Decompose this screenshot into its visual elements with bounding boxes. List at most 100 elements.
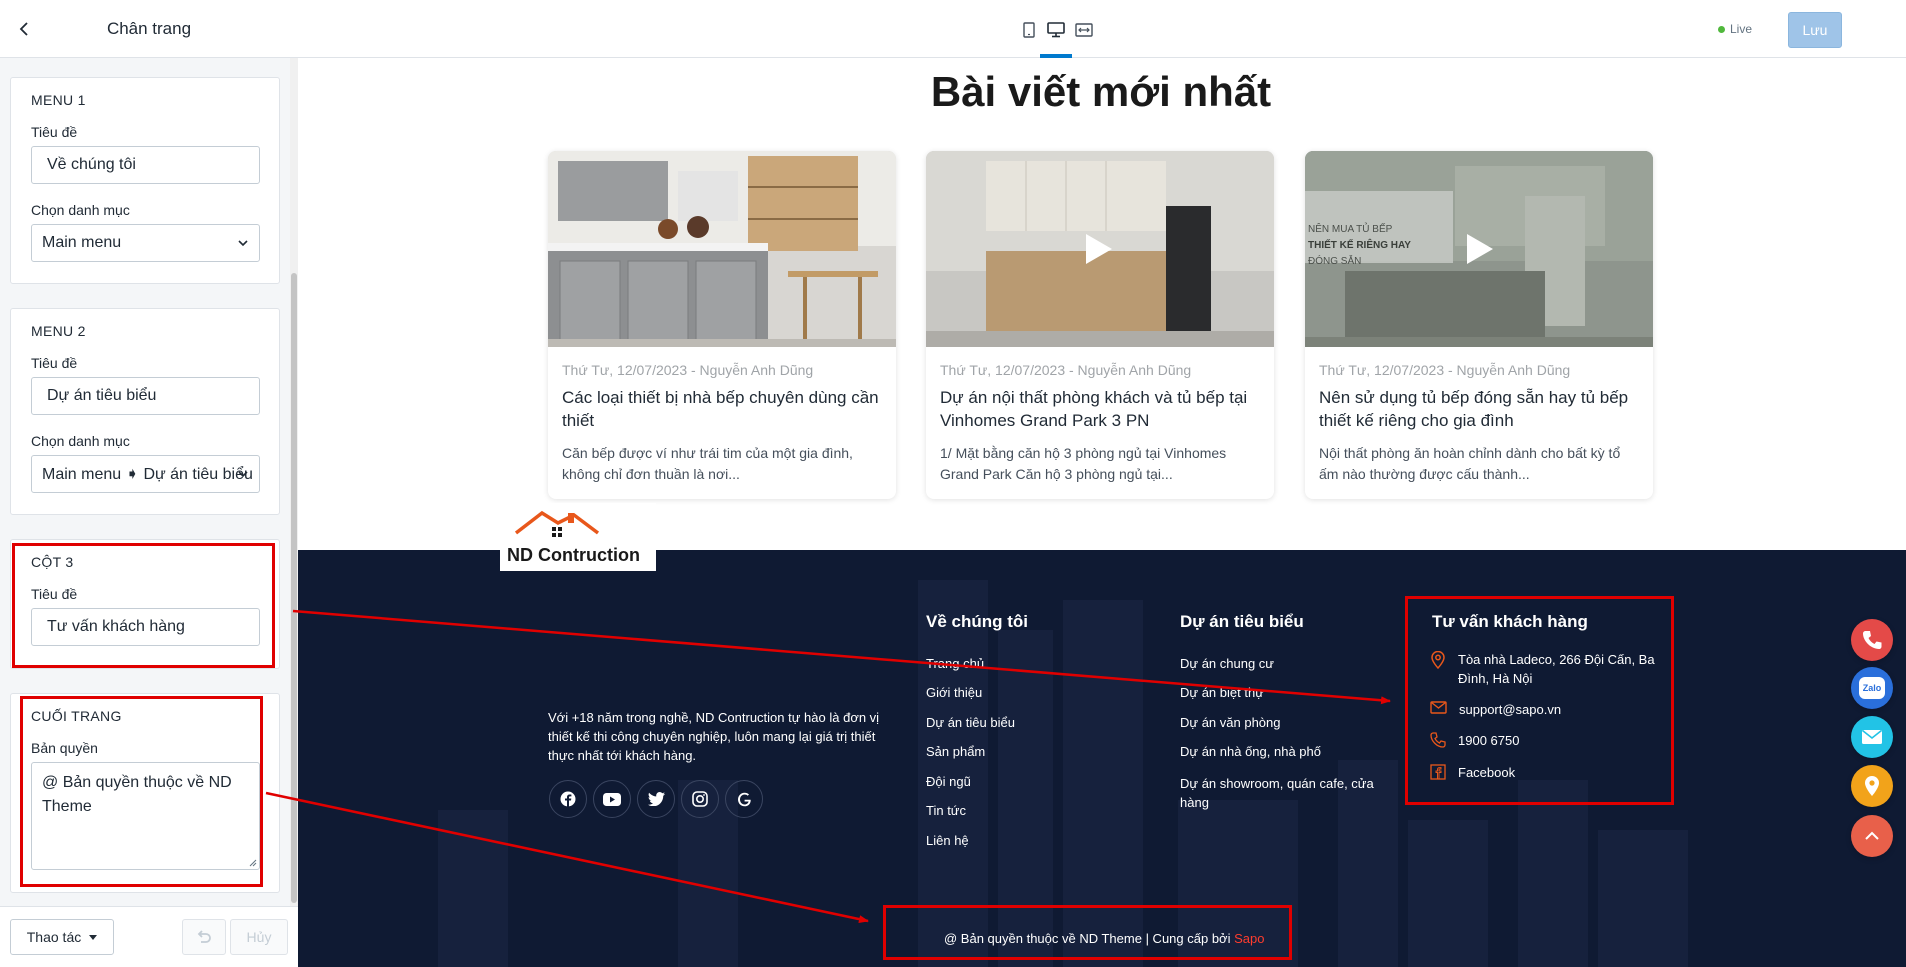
footer-link[interactable]: Dự án văn phòng	[1180, 715, 1281, 730]
footer-link[interactable]: Dự án chung cư	[1180, 656, 1274, 671]
kitchen-image	[548, 151, 896, 347]
chevron-up-icon	[1865, 831, 1879, 840]
city-silhouette-background	[438, 580, 1688, 967]
post-card[interactable]: NÊN MUA TỦ BẾP THIẾT KẾ RIÊNG HAY ĐÓNG S…	[1305, 151, 1653, 499]
menu1-title-input[interactable]: Về chúng tôi	[31, 146, 260, 184]
footer-link[interactable]: Trang chủ	[926, 656, 984, 671]
footer-link[interactable]: Dự án tiêu biểu	[926, 715, 1015, 730]
footer-link[interactable]: Sản phẩm	[926, 744, 985, 759]
site-footer	[298, 550, 1906, 967]
menu2-title-input[interactable]: Dự án tiêu biểu	[31, 377, 260, 415]
sidebar-scrollbar[interactable]	[290, 58, 298, 906]
expand-width-icon	[1075, 23, 1093, 37]
footer-link[interactable]: Dự án biệt thự	[1180, 685, 1264, 700]
footer-link[interactable]: Tin tức	[926, 803, 966, 818]
footer-facebook[interactable]: Facebook	[1430, 763, 1515, 782]
desktop-view-button[interactable]	[1045, 19, 1067, 41]
post-title[interactable]: Nên sử dụng tủ bếp đóng sẵn hay tủ bếp t…	[1319, 386, 1639, 432]
section-title: Bài viết mới nhất	[930, 68, 1272, 115]
menu1-category-select[interactable]: Main menu	[31, 224, 260, 262]
post-excerpt: Căn bếp được ví như trái tim của một gia…	[562, 445, 853, 482]
menu2-card: MENU 2 Tiêu đề Dự án tiêu biểu Chọn danh…	[10, 308, 280, 515]
post-thumbnail[interactable]	[548, 151, 896, 347]
facebook-text: Facebook	[1458, 765, 1516, 780]
phone-text: 1900 6750	[1458, 733, 1520, 748]
col3-title-input[interactable]: Tư vấn khách hàng	[31, 608, 260, 646]
menu1-heading: MENU 1	[31, 92, 86, 108]
youtube-social-button[interactable]	[593, 780, 631, 818]
map-float-button[interactable]	[1851, 765, 1893, 807]
post-excerpt: Nội thất phòng ăn hoàn chỉnh dành cho bấ…	[1319, 445, 1621, 482]
sidebar-scroll-area[interactable]: MENU 1 Tiêu đề Về chúng tôi Chọn danh mụ…	[0, 58, 298, 906]
post-title[interactable]: Dự án nội thất phòng khách và tủ bếp tại…	[940, 386, 1260, 432]
google-social-button[interactable]	[725, 780, 763, 818]
live-dot-icon	[1718, 25, 1725, 33]
post-meta: Thứ Tư, 12/07/2023 - Nguyễn Anh Dũng	[562, 362, 814, 378]
footer-link[interactable]: Đội ngũ	[926, 774, 971, 789]
menu2-title-value: Dự án tiêu biểu	[47, 387, 157, 404]
theme-preview[interactable]: Bài viết mới nhất Thứ Tư, 12/07/2023 - N…	[298, 58, 1906, 967]
address-text: Tòa nhà Ladeco, 266 Đội Cấn, Ba Đình, Hà…	[1458, 652, 1655, 686]
menu2-category-select[interactable]: Main menu ➧ Dự án tiêu biểu	[31, 455, 260, 493]
play-icon[interactable]	[1461, 231, 1497, 267]
post-title[interactable]: Các loại thiết bị nhà bếp chuyên dùng cầ…	[562, 386, 882, 432]
facebook-square-icon	[1430, 764, 1446, 780]
call-float-button[interactable]	[1851, 619, 1893, 661]
footer-email[interactable]: support@sapo.vn	[1430, 700, 1561, 719]
sidebar-title: Chân trang	[106, 18, 192, 38]
zalo-float-button[interactable]: Zalo	[1851, 667, 1893, 709]
footer-logo[interactable]: ND Contruction	[500, 503, 656, 571]
sapo-link[interactable]: Sapo	[1234, 931, 1264, 946]
cancel-button[interactable]: Hủy	[230, 919, 288, 955]
post-card[interactable]: Thứ Tư, 12/07/2023 - Nguyễn Anh Dũng Dự …	[926, 151, 1274, 499]
back-button[interactable]	[12, 17, 36, 41]
post-card[interactable]: Thứ Tư, 12/07/2023 - Nguyễn Anh Dũng Các…	[548, 151, 896, 499]
map-pin-icon	[1431, 651, 1445, 669]
menu2-heading: MENU 2	[31, 323, 86, 339]
mobile-view-button[interactable]	[1018, 19, 1040, 41]
undo-button[interactable]	[182, 919, 226, 955]
live-status: Live	[1718, 22, 1752, 36]
zalo-icon: Zalo	[1859, 677, 1885, 699]
editor-toolbar: Live Lưu	[298, 0, 1906, 58]
play-icon[interactable]	[1080, 231, 1116, 267]
footer-col1-title: Về chúng tôi	[926, 612, 1028, 631]
footer-phone[interactable]: 1900 6750	[1430, 731, 1519, 750]
phone-icon	[1430, 732, 1446, 748]
desktop-icon	[1047, 22, 1065, 38]
footer-about-text: Với +18 năm trong nghề, ND Contruction t…	[548, 710, 880, 763]
copyright-textarea[interactable]: @ Bản quyền thuộc về ND Theme	[31, 762, 260, 870]
col3-heading: CỘT 3	[31, 554, 74, 570]
house-roof-logo-icon	[514, 510, 600, 537]
footer-col2-title: Dự án tiêu biểu	[1180, 612, 1304, 631]
mail-icon	[1430, 701, 1447, 714]
email-text: support@sapo.vn	[1459, 702, 1562, 717]
footer-link[interactable]: Giới thiệu	[926, 685, 982, 700]
footer-link[interactable]: Liên hệ	[926, 833, 969, 848]
post-meta: Thứ Tư, 12/07/2023 - Nguyễn Anh Dũng	[1319, 362, 1571, 378]
copyright-text: @ Bản quyền thuộc về ND Theme | Cung cấp…	[944, 931, 1231, 946]
menu2-category-label: Chọn danh mục	[31, 433, 130, 449]
sidebar-footer: Thao tác Hủy	[0, 906, 298, 967]
save-button[interactable]: Lưu	[1788, 12, 1842, 48]
fullwidth-view-button[interactable]	[1073, 19, 1095, 41]
footer-link[interactable]: Dự án nhà ống, nhà phố	[1180, 744, 1321, 759]
email-float-button[interactable]	[1851, 716, 1893, 758]
caret-down-icon	[89, 934, 98, 940]
actions-dropdown-button[interactable]: Thao tác	[10, 919, 114, 955]
chevron-down-icon	[238, 240, 248, 247]
footer-link[interactable]: Dự án showroom, quán cafe, cửa hàng	[1180, 774, 1380, 812]
phone-icon	[1863, 631, 1882, 649]
scrollbar-thumb[interactable]	[291, 273, 297, 903]
chevron-left-icon	[19, 22, 28, 36]
zalo-label: Zalo	[1862, 683, 1882, 693]
menu2-category-value: Main menu ➧ Dự án tiêu biểu	[42, 466, 253, 483]
instagram-social-button[interactable]	[681, 780, 719, 818]
footer-address: Tòa nhà Ladeco, 266 Đội Cấn, Ba Đình, Hà…	[1430, 650, 1656, 688]
back-to-top-button[interactable]	[1851, 815, 1893, 857]
resize-handle-icon[interactable]	[249, 859, 257, 867]
instagram-icon	[692, 791, 708, 807]
facebook-social-button[interactable]	[549, 780, 587, 818]
twitter-social-button[interactable]	[637, 780, 675, 818]
chevron-down-icon	[238, 471, 248, 478]
